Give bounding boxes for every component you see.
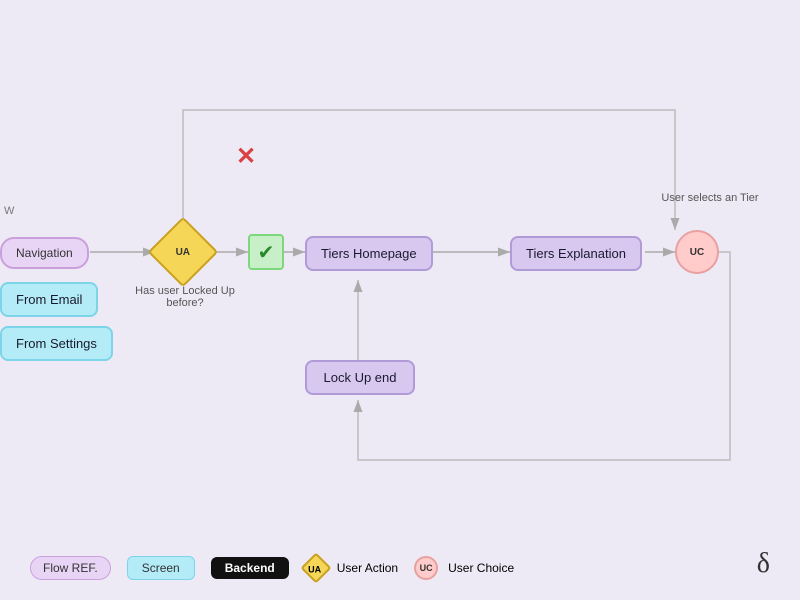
legend-backend-item: Backend <box>211 557 289 579</box>
legend-flow-ref-item: Flow REF. <box>30 556 111 580</box>
from-email-label: From Email <box>16 292 82 307</box>
from-settings-node: From Settings <box>0 326 113 361</box>
diamond-question-label: Has user Locked Up before? <box>130 285 240 309</box>
legend-user-choice-item: UC User Choice <box>414 556 514 580</box>
legend-user-action-item: UA User Action <box>305 557 398 579</box>
tiers-explanation-node: Tiers Explanation <box>510 236 642 271</box>
legend-screen-item: Screen <box>127 556 195 580</box>
navigation-node: Navigation <box>0 237 89 269</box>
logo-symbol: δ <box>757 548 770 579</box>
uc-circle: UC <box>675 230 719 274</box>
legend-backend-label: Backend <box>211 557 289 579</box>
canvas: W W Navigation From Email From Settings … <box>0 0 800 600</box>
user-selects-label: User selects an Tier <box>655 192 765 204</box>
navigation-label: Navigation <box>16 246 73 260</box>
checkmark-node: ✔ <box>248 234 284 270</box>
tiers-explanation-label: Tiers Explanation <box>526 246 626 261</box>
legend: Flow REF. Screen Backend UA User Action … <box>30 556 514 580</box>
balsamiq-logo: δ <box>757 548 770 580</box>
legend-screen-label: Screen <box>127 556 195 580</box>
from-settings-label: From Settings <box>16 336 97 351</box>
check-label-text: Has user Locked Up before? <box>135 285 235 309</box>
lock-up-end-node: Lock Up end <box>305 360 415 395</box>
ua-diamond-label: UA <box>176 246 190 257</box>
legend-flow-ref-label: Flow REF. <box>30 556 111 580</box>
ua-legend-icon: UA <box>305 558 323 580</box>
lock-up-end-label: Lock Up end <box>324 370 397 385</box>
legend-user-action-label: User Action <box>337 561 398 575</box>
from-email-node: From Email <box>0 282 98 317</box>
tiers-homepage-node: Tiers Homepage <box>305 236 433 271</box>
partial-label-w1: W <box>4 205 14 217</box>
x-node: ✕ <box>228 138 264 174</box>
tiers-homepage-label: Tiers Homepage <box>321 246 417 261</box>
uc-legend-icon: UC <box>414 556 438 580</box>
x-icon: ✕ <box>236 142 256 171</box>
connectors-svg <box>0 0 800 600</box>
uc-label: UC <box>690 247 704 258</box>
legend-user-choice-label: User Choice <box>448 561 514 575</box>
checkmark-icon: ✔ <box>258 240 275 265</box>
ua-diamond: UA <box>148 217 219 288</box>
